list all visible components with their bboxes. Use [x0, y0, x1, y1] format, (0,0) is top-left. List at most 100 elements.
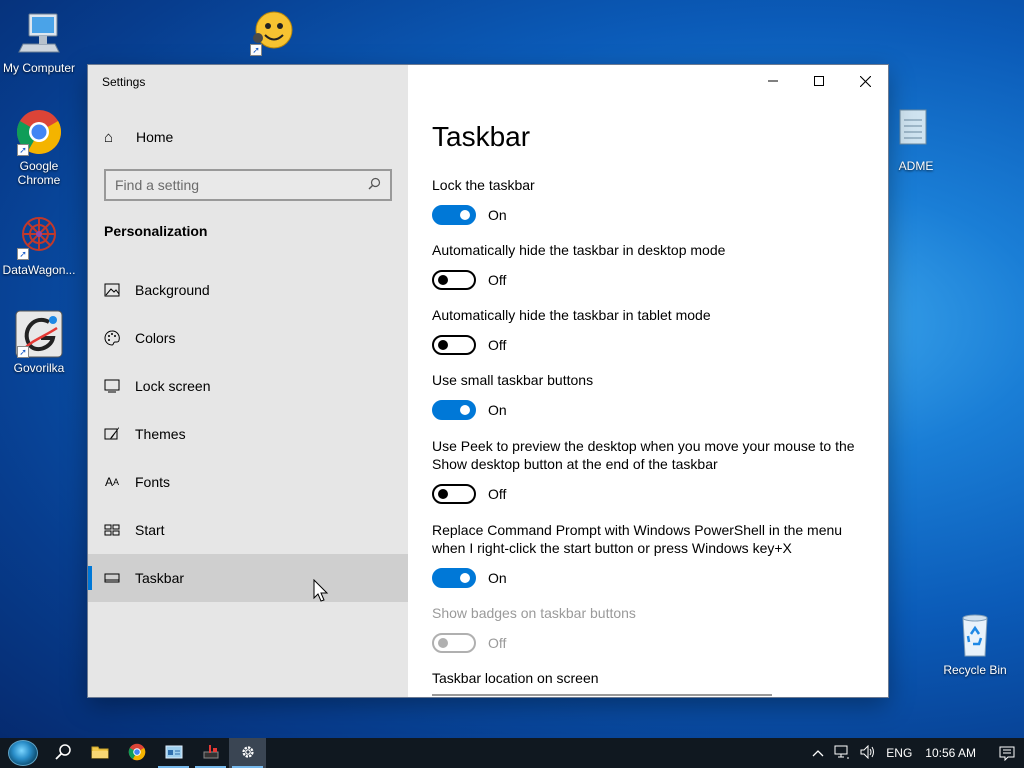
page-title: Taskbar [432, 121, 531, 152]
folder-icon [91, 745, 109, 762]
autohide-desktop-toggle[interactable] [432, 270, 476, 290]
setting-badges: Show badges on taskbar buttons Off [432, 604, 872, 653]
small-buttons-toggle[interactable] [432, 400, 476, 420]
volume-icon[interactable] [855, 744, 881, 762]
start-button[interactable] [6, 739, 40, 767]
network-icon[interactable] [829, 745, 855, 762]
taskbar-location-dropdown[interactable] [432, 694, 772, 697]
sidebar-item-label: Themes [135, 426, 186, 442]
setting-label: Automatically hide the taskbar in deskto… [432, 242, 726, 258]
window-title: Settings [102, 75, 146, 89]
action-center-icon[interactable] [990, 746, 1024, 761]
desktop-icon-recycle-bin[interactable]: Recycle Bin [937, 612, 1013, 677]
search-placeholder: Find a setting [115, 177, 200, 193]
sidebar-item-label: Taskbar [135, 570, 185, 586]
setting-lock-taskbar: Lock the taskbar On [432, 176, 872, 225]
taskbar-app-tool[interactable] [192, 738, 229, 768]
sidebar-item-label: Lock screen [135, 378, 211, 394]
system-tray: ENG 10:56 AM [807, 738, 1024, 768]
setting-peek: Use Peek to preview the desktop when you… [432, 437, 872, 504]
smiley-app-icon: ➚ [248, 8, 296, 56]
nav-home[interactable]: ⌂ Home [88, 120, 408, 154]
sidebar-item-label: Fonts [135, 474, 171, 490]
shortcut-arrow-icon: ➚ [17, 346, 29, 358]
setting-autohide-tablet: Automatically hide the taskbar in tablet… [432, 306, 872, 355]
toggle-knob [438, 340, 448, 350]
desktop-icon-govorilka[interactable]: ➚ Govorilka [1, 310, 77, 375]
search-input[interactable]: Find a setting [104, 169, 392, 201]
toggle-state-text: Off [488, 337, 507, 353]
setting-powershell: Replace Command Prompt with Windows Powe… [432, 521, 872, 588]
toggle-knob [460, 573, 470, 583]
shortcut-arrow-icon: ➚ [17, 248, 29, 260]
maximize-button[interactable] [796, 65, 842, 97]
settings-window: Settings ⌂ Home Find a setting Personali… [88, 65, 888, 697]
shortcut-arrow-icon: ➚ [17, 144, 29, 156]
govorilka-icon: ➚ [15, 310, 63, 358]
palette-icon [104, 330, 120, 346]
lock-screen-icon [104, 378, 120, 394]
app-window-icon [165, 745, 183, 762]
desktop-icon-my-computer[interactable]: My Computer [1, 10, 77, 75]
peek-toggle[interactable] [432, 484, 476, 504]
toggle-state-text: Off [488, 272, 507, 288]
setting-label: Show badges on taskbar buttons [432, 605, 636, 621]
sidebar-item-themes[interactable]: Themes [88, 410, 408, 458]
desktop-icon-label: My Computer [2, 61, 76, 75]
badges-toggle [432, 633, 476, 653]
toggle-knob [438, 638, 448, 648]
sidebar-item-background[interactable]: Background [88, 266, 408, 314]
sidebar-item-label: Background [135, 282, 210, 298]
themes-icon [104, 426, 120, 442]
tool-app-icon [202, 744, 220, 763]
desktop-icon-datawagon[interactable]: ➚ DataWagon... [1, 212, 77, 277]
settings-content: Taskbar Lock the taskbar On Automaticall… [408, 65, 888, 697]
setting-label: Replace Command Prompt with Windows Powe… [432, 522, 843, 556]
setting-label: Lock the taskbar [432, 177, 535, 193]
setting-label: Use Peek to preview the desktop when you… [432, 438, 855, 472]
taskbar-settings[interactable] [229, 738, 266, 768]
taskbar: ENG 10:56 AM [0, 738, 1024, 768]
clock[interactable]: 10:56 AM [917, 746, 990, 760]
chrome-icon [128, 743, 146, 764]
close-button[interactable] [842, 65, 888, 97]
sidebar-item-start[interactable]: Start [88, 506, 408, 554]
search-icon [368, 177, 381, 193]
gear-icon [240, 744, 256, 763]
shortcut-arrow-icon: ➚ [250, 44, 262, 56]
sidebar-item-label: Start [135, 522, 165, 538]
language-indicator[interactable]: ENG [881, 746, 917, 760]
nav-home-label: Home [136, 129, 174, 145]
lock-taskbar-toggle[interactable] [432, 205, 476, 225]
toggle-knob [438, 489, 448, 499]
autohide-tablet-toggle[interactable] [432, 335, 476, 355]
sidebar-item-colors[interactable]: Colors [88, 314, 408, 362]
minimize-button[interactable] [750, 65, 796, 97]
start-icon [104, 522, 120, 538]
setting-location: Taskbar location on screen [432, 669, 872, 687]
tray-overflow-chevron-icon[interactable] [807, 746, 829, 760]
window-controls [750, 65, 888, 97]
setting-label: Use small taskbar buttons [432, 372, 594, 388]
taskbar-file-explorer[interactable] [81, 738, 118, 768]
desktop-icon-label: DataWagon... [2, 263, 76, 277]
toggle-state-text: On [488, 402, 507, 418]
setting-label: Taskbar location on screen [432, 670, 599, 686]
taskbar-app-window[interactable] [155, 738, 192, 768]
toggle-knob [460, 405, 470, 415]
fonts-icon: AA [104, 475, 120, 489]
desktop-icon-emoji-app[interactable]: ➚ [234, 8, 310, 64]
sidebar-item-label: Colors [135, 330, 176, 346]
sidebar-item-taskbar[interactable]: Taskbar [88, 554, 408, 602]
toggle-knob [438, 275, 448, 285]
taskbar-search-button[interactable] [44, 738, 81, 768]
setting-small-buttons: Use small taskbar buttons On [432, 371, 872, 420]
taskbar-chrome[interactable] [118, 738, 155, 768]
section-title-personalization: Personalization [104, 223, 208, 239]
sidebar-item-lock-screen[interactable]: Lock screen [88, 362, 408, 410]
desktop-icon-label: Recycle Bin [943, 663, 1007, 677]
sidebar-item-fonts[interactable]: AA Fonts [88, 458, 408, 506]
chrome-icon: ➚ [15, 108, 63, 156]
desktop-icon-chrome[interactable]: ➚ Google Chrome [1, 108, 77, 187]
powershell-toggle[interactable] [432, 568, 476, 588]
